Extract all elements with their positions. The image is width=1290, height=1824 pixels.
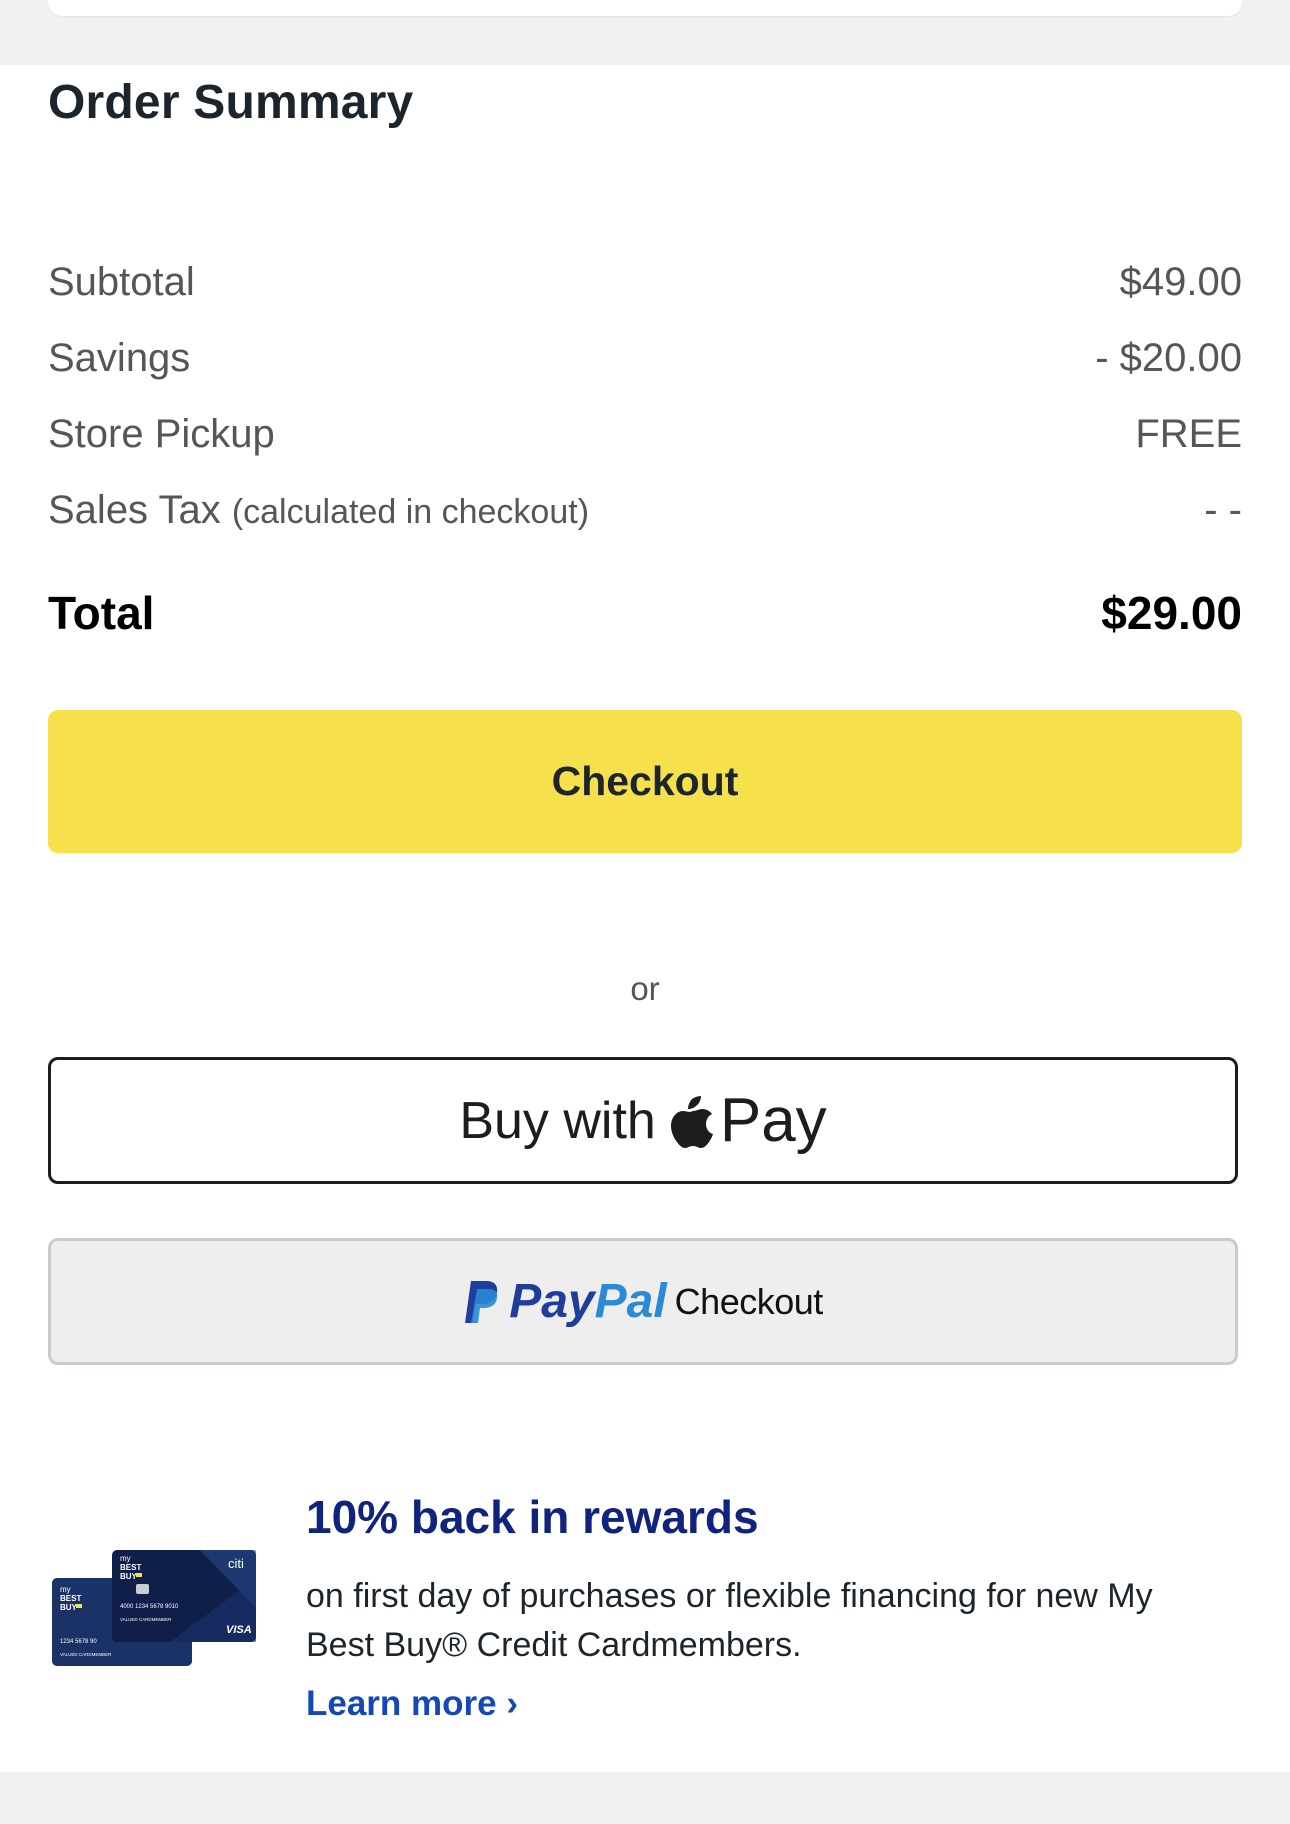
front-card-holder: VALUED CARDMEMBER xyxy=(120,1617,172,1622)
summary-row-store-pickup: Store Pickup FREE xyxy=(48,409,1242,459)
summary-row-total: Total $29.00 xyxy=(48,587,1242,639)
total-value: $29.00 xyxy=(1101,587,1242,639)
apple-pay-brand: Pay xyxy=(719,1086,827,1155)
front-card-issuer: citi xyxy=(228,1556,244,1571)
sales-tax-label-group: Sales Tax (calculated in checkout) xyxy=(48,488,589,533)
savings-value: - $20.00 xyxy=(1095,335,1242,380)
back-card-brand-top: my xyxy=(60,1585,71,1594)
back-card-holder: VALUED CARDMEMBER xyxy=(60,1652,112,1657)
learn-more-link[interactable]: Learn more › xyxy=(306,1684,518,1724)
summary-row-subtotal: Subtotal $49.00 xyxy=(48,257,1242,307)
promo-title: 10% back in rewards xyxy=(306,1491,759,1543)
subtotal-value: $49.00 xyxy=(1119,259,1242,304)
promo-description: on first day of purchases or flexible fi… xyxy=(306,1577,1153,1664)
paypal-icon xyxy=(465,1280,498,1323)
summary-row-savings: Savings - $20.00 xyxy=(48,333,1242,383)
credit-card-image: my BEST BUY 1234 5678 90 VALUED CARDMEMB… xyxy=(52,1550,256,1666)
store-pickup-value: FREE xyxy=(1135,411,1242,456)
paypal-wordmark-pal: Pal xyxy=(594,1275,667,1328)
apple-pay-prefix: Buy with xyxy=(459,1091,656,1150)
order-summary-title: Order Summary xyxy=(48,76,414,129)
apple-icon xyxy=(670,1095,713,1148)
back-card-number: 1234 5678 90 xyxy=(60,1639,97,1645)
sales-tax-note: (calculated in checkout) xyxy=(231,492,590,531)
front-card-number: 4000 1234 5678 9010 xyxy=(120,1604,179,1610)
store-pickup-label: Store Pickup xyxy=(48,411,275,456)
front-card-brand-top: my xyxy=(120,1554,131,1563)
front-card-brand-mid: BEST xyxy=(120,1563,141,1572)
total-label: Total xyxy=(48,587,155,639)
paypal-wordmark: PayPal xyxy=(509,1274,666,1329)
paypal-wordmark-pay: Pay xyxy=(509,1275,595,1328)
front-card-network: VISA xyxy=(226,1624,252,1636)
apple-pay-button[interactable]: Buy with Pay xyxy=(48,1057,1238,1184)
sales-tax-label: Sales Tax xyxy=(48,487,221,532)
or-divider-text: or xyxy=(630,970,660,1007)
sales-tax-value: - - xyxy=(1204,487,1242,532)
summary-row-sales-tax: Sales Tax (calculated in checkout) - - xyxy=(48,485,1242,535)
savings-label: Savings xyxy=(48,335,191,380)
subtotal-label: Subtotal xyxy=(48,259,195,304)
paypal-checkout-label: Checkout xyxy=(674,1280,824,1322)
back-card-brand-mid: BEST xyxy=(60,1594,81,1603)
paypal-checkout-button[interactable]: PayPal Checkout xyxy=(48,1238,1238,1365)
bottom-background-strip xyxy=(0,1772,1290,1824)
back-card-brand-bot: BUY xyxy=(60,1603,78,1612)
front-card-brand-bot: BUY xyxy=(120,1572,138,1581)
checkout-button[interactable]: Checkout xyxy=(48,710,1242,853)
previous-card-edge xyxy=(48,0,1242,16)
